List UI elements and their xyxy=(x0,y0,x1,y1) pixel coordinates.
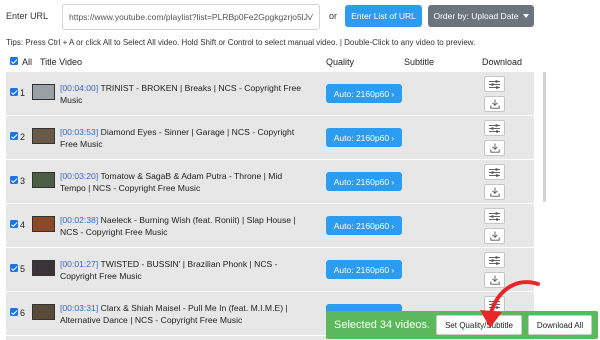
row-checkbox[interactable] xyxy=(10,264,18,272)
row-download-button[interactable] xyxy=(484,96,505,112)
row-settings-button[interactable] xyxy=(484,120,505,136)
video-thumbnail xyxy=(32,304,55,320)
download-icon xyxy=(489,143,500,153)
video-thumbnail xyxy=(32,128,55,144)
table-row[interactable]: 1 [00:04:00] TRINIST - BROKEN | Breaks |… xyxy=(6,72,534,116)
all-label[interactable]: All xyxy=(22,57,32,67)
video-thumbnail xyxy=(32,172,55,188)
table-row[interactable]: 2 [00:03:53] Diamond Eyes - Sinner | Gar… xyxy=(6,116,534,160)
video-thumbnail xyxy=(32,260,55,276)
video-title: [00:02:38] Naeleck - Burning Wish (feat.… xyxy=(60,214,310,238)
row-checkbox[interactable] xyxy=(10,132,18,140)
row-index: 2 xyxy=(20,132,26,142)
row-index: 6 xyxy=(20,308,26,318)
table-header: All Title Video Quality Subtitle Downloa… xyxy=(6,55,534,71)
video-duration: [00:03:53] xyxy=(60,127,99,137)
list-scrollbar[interactable] xyxy=(543,72,546,202)
download-icon xyxy=(489,275,500,285)
table-row[interactable]: 4 [00:02:38] Naeleck - Burning Wish (fea… xyxy=(6,204,534,248)
row-download-button[interactable] xyxy=(484,272,505,288)
video-thumbnail xyxy=(32,216,55,232)
video-title: [00:03:53] Diamond Eyes - Sinner | Garag… xyxy=(60,126,310,150)
select-all-checkbox[interactable] xyxy=(10,57,18,65)
quality-button[interactable]: Auto: 2160p60 › xyxy=(326,84,402,103)
url-input[interactable] xyxy=(62,4,320,30)
quality-button[interactable]: Auto: 2160p60 › xyxy=(326,172,402,191)
video-thumbnail xyxy=(32,84,55,100)
video-duration: [00:04:00] xyxy=(60,83,99,93)
title-column-header: Title Video xyxy=(40,57,83,67)
subtitle-column-header: Subtitle xyxy=(404,57,435,67)
row-settings-button[interactable] xyxy=(484,76,505,92)
row-checkbox[interactable] xyxy=(10,308,18,316)
sliders-icon xyxy=(489,255,500,265)
download-column-header: Download xyxy=(482,57,523,67)
video-duration: [00:03:31] xyxy=(60,303,99,313)
table-row[interactable]: 5 [00:01:27] TWISTED - BUSSIN' | Brazili… xyxy=(6,248,534,292)
selected-count-text: Selected 34 videos. xyxy=(334,319,431,331)
set-quality-subtitle-button[interactable]: Set Quality/Subtitle xyxy=(436,315,522,335)
row-download-button[interactable] xyxy=(484,228,505,244)
top-bar: Enter URL or Enter List of URL Order by:… xyxy=(0,0,600,34)
sliders-icon xyxy=(489,167,500,177)
row-settings-button[interactable] xyxy=(484,208,505,224)
order-by-label: Order by: Upload Date xyxy=(433,11,519,21)
sliders-icon xyxy=(489,299,500,309)
sliders-icon xyxy=(489,211,500,221)
row-download-button[interactable] xyxy=(484,140,505,156)
selection-action-bar: Selected 34 videos. Set Quality/Subtitle… xyxy=(326,311,598,339)
row-checkbox[interactable] xyxy=(10,176,18,184)
row-index: 4 xyxy=(20,220,26,230)
sliders-icon xyxy=(489,79,500,89)
row-settings-button[interactable] xyxy=(484,164,505,180)
enter-list-button[interactable]: Enter List of URL xyxy=(345,5,422,27)
chevron-down-icon xyxy=(522,14,529,18)
table-row[interactable]: 3 [00:03:20] Tomatow & SagaB & Adam Putr… xyxy=(6,160,534,204)
quality-column-header: Quality xyxy=(326,57,355,67)
or-label: or xyxy=(329,11,338,21)
video-duration: [00:03:20] xyxy=(60,171,99,181)
video-title: [00:03:20] Tomatow & SagaB & Adam Putra … xyxy=(60,170,310,194)
row-download-button[interactable] xyxy=(484,184,505,200)
download-icon xyxy=(489,187,500,197)
download-all-button[interactable]: Download All xyxy=(528,315,592,335)
download-icon xyxy=(489,231,500,241)
video-title: [00:01:27] TWISTED - BUSSIN' | Brazilian… xyxy=(60,258,310,282)
video-title: [00:04:00] TRINIST - BROKEN | Breaks | N… xyxy=(60,82,310,106)
row-index: 5 xyxy=(20,264,26,274)
order-by-dropdown[interactable]: Order by: Upload Date xyxy=(428,5,534,27)
tips-text: Tips: Press Ctrl + A or click All to Sel… xyxy=(6,38,476,47)
sliders-icon xyxy=(489,123,500,133)
video-list[interactable]: 1 [00:04:00] TRINIST - BROKEN | Breaks |… xyxy=(6,72,534,340)
video-duration: [00:02:38] xyxy=(60,215,99,225)
row-index: 1 xyxy=(20,88,26,98)
url-label: Enter URL xyxy=(6,11,49,21)
row-checkbox[interactable] xyxy=(10,220,18,228)
row-settings-button[interactable] xyxy=(484,252,505,268)
row-settings-button[interactable] xyxy=(484,296,505,312)
video-title: [00:03:31] Clarx & Shiah Maisel - Pull M… xyxy=(60,302,310,326)
video-duration: [00:01:27] xyxy=(60,259,99,269)
quality-button[interactable]: Auto: 2160p60 › xyxy=(326,128,402,147)
quality-button[interactable]: Auto: 2160p60 › xyxy=(326,216,402,235)
download-icon xyxy=(489,99,500,109)
quality-button[interactable]: Auto: 2160p60 › xyxy=(326,260,402,279)
row-index: 3 xyxy=(20,176,26,186)
row-checkbox[interactable] xyxy=(10,88,18,96)
